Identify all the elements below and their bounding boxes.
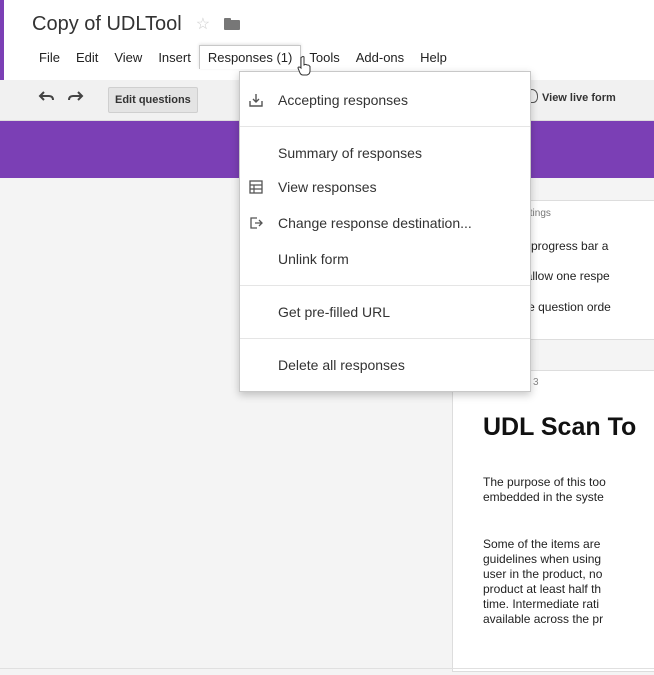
document-title[interactable]: Copy of UDLTool	[32, 13, 182, 36]
form-paragraph-line: The purpose of this too	[483, 475, 606, 489]
menu-item-unlink-form[interactable]: Unlink form	[278, 251, 349, 267]
settings-option-progress[interactable]: w progress bar a	[519, 239, 608, 253]
form-tab-label: 3	[533, 377, 539, 388]
menu-edit[interactable]: Edit	[68, 46, 106, 69]
form-paragraph-line: embedded in the syste	[483, 490, 604, 504]
bottom-divider	[0, 668, 654, 669]
form-paragraph-line: user in the product, no	[483, 567, 603, 581]
settings-option-shuffle[interactable]: ffle question orde	[519, 300, 611, 314]
redo-icon[interactable]	[66, 89, 84, 106]
undo-icon[interactable]	[38, 89, 56, 106]
menu-item-accepting-responses[interactable]: Accepting responses	[278, 92, 408, 108]
menu-bar: File Edit View Insert Responses (1) Tool…	[31, 44, 455, 70]
download-icon	[249, 93, 263, 107]
menu-insert[interactable]: Insert	[150, 46, 199, 69]
view-live-form-button[interactable]: View live form	[526, 89, 616, 104]
form-paragraph-line: available across the pr	[483, 612, 604, 626]
menu-separator	[240, 338, 530, 339]
menu-item-change-response-destination[interactable]: Change response destination...	[278, 215, 472, 231]
menu-file[interactable]: File	[31, 46, 68, 69]
menu-responses[interactable]: Responses (1)	[198, 45, 302, 69]
destination-icon	[249, 216, 263, 230]
form-paragraph-line: product at least half th	[483, 582, 602, 596]
title-row: Copy of UDLTool ☆	[32, 10, 241, 38]
edit-questions-button[interactable]: Edit questions	[108, 87, 198, 113]
form-title[interactable]: UDL Scan To	[483, 413, 636, 442]
menu-item-delete-all-responses[interactable]: Delete all responses	[278, 357, 405, 373]
menu-item-get-pre-filled-url[interactable]: Get pre-filled URL	[278, 304, 390, 320]
form-paragraph-line: Some of the items are	[483, 537, 601, 551]
form-panel: 3 UDL Scan To The purpose of this too em…	[452, 370, 654, 672]
menu-separator	[240, 285, 530, 286]
table-icon	[249, 180, 263, 194]
menu-item-summary-of-responses[interactable]: Summary of responses	[278, 145, 422, 161]
menu-item-view-responses[interactable]: View responses	[278, 179, 377, 195]
menu-addons[interactable]: Add-ons	[348, 46, 412, 69]
window-accent-bar	[0, 0, 4, 80]
responses-dropdown-menu: Accepting responses Summary of responses…	[239, 71, 531, 392]
menu-help[interactable]: Help	[412, 46, 455, 69]
hand-cursor-icon	[297, 56, 311, 81]
view-live-form-label: View live form	[542, 92, 616, 104]
star-icon[interactable]: ☆	[196, 14, 210, 34]
folder-icon[interactable]	[224, 18, 241, 30]
settings-option-one-response[interactable]: / allow one respe	[519, 269, 610, 283]
form-paragraph-line: guidelines when using	[483, 552, 602, 566]
form-paragraph-line: time. Intermediate rati	[483, 597, 600, 611]
menu-view[interactable]: View	[106, 46, 150, 69]
menu-separator	[240, 126, 530, 127]
